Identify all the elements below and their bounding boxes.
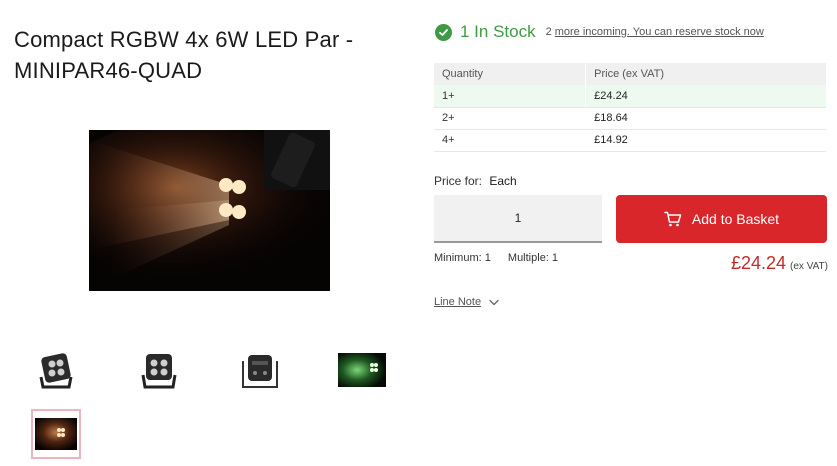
unit-price-vat-note: (ex VAT)	[790, 261, 828, 272]
multiple-quantity: Multiple: 1	[507, 252, 559, 264]
order-constraints: Minimum: 1 Multiple: 1	[434, 252, 558, 264]
table-row: 2+ £18.64	[434, 107, 826, 130]
thumbnail-par-green-light[interactable]	[337, 345, 387, 395]
product-title: Compact RGBW 4x 6W LED Par - MINIPAR46-Q…	[14, 27, 354, 83]
stock-status-text: 1 In Stock	[460, 22, 536, 41]
price-cell: £18.64	[585, 107, 826, 130]
thumbnail-par-warm-light-selected[interactable]	[31, 409, 81, 459]
unit-price: £24.24 (ex VAT)	[731, 253, 828, 274]
price-cell: £24.24	[585, 85, 826, 108]
column-header-quantity: Quantity	[434, 63, 586, 85]
stock-status: 1 In Stock 2 more incoming. You can rese…	[435, 22, 764, 42]
add-to-basket-label: Add to Basket	[691, 211, 780, 227]
reserve-stock-link[interactable]: more incoming. You can reserve stock now	[555, 26, 764, 38]
incoming-count: 2	[545, 26, 552, 38]
price-for-value: Each	[489, 174, 517, 188]
thumbnail-par-rear[interactable]	[235, 345, 285, 395]
thumbnail-par-front-flat[interactable]	[133, 345, 183, 395]
price-for-label: Price for:	[434, 174, 483, 188]
price-cell: £14.92	[585, 129, 826, 152]
cart-icon	[664, 211, 682, 227]
table-header-row: Quantity Price (ex VAT)	[434, 63, 826, 85]
price-for: Price for: Each	[434, 174, 517, 188]
quantity-cell: 4+	[434, 129, 586, 152]
quantity-input[interactable]: 1	[434, 195, 602, 243]
check-circle-icon	[435, 23, 452, 41]
minimum-quantity: Minimum: 1	[434, 252, 491, 264]
table-row: 4+ £14.92	[434, 129, 826, 152]
line-note-toggle[interactable]: Line Note	[434, 296, 499, 308]
chevron-down-icon	[489, 299, 499, 305]
quantity-cell: 2+	[434, 107, 586, 130]
column-header-price: Price (ex VAT)	[585, 63, 826, 85]
add-to-basket-button[interactable]: Add to Basket	[616, 195, 827, 243]
main-product-image[interactable]	[89, 130, 330, 291]
price-break-table: Quantity Price (ex VAT) 1+ £24.24 2+ £18…	[434, 63, 826, 152]
table-row: 1+ £24.24	[434, 85, 826, 108]
unit-price-value: £24.24	[730, 253, 787, 273]
thumbnail-par-front-angle[interactable]	[31, 345, 81, 395]
quantity-cell: 1+	[434, 85, 586, 108]
line-note-label: Line Note	[434, 296, 482, 308]
